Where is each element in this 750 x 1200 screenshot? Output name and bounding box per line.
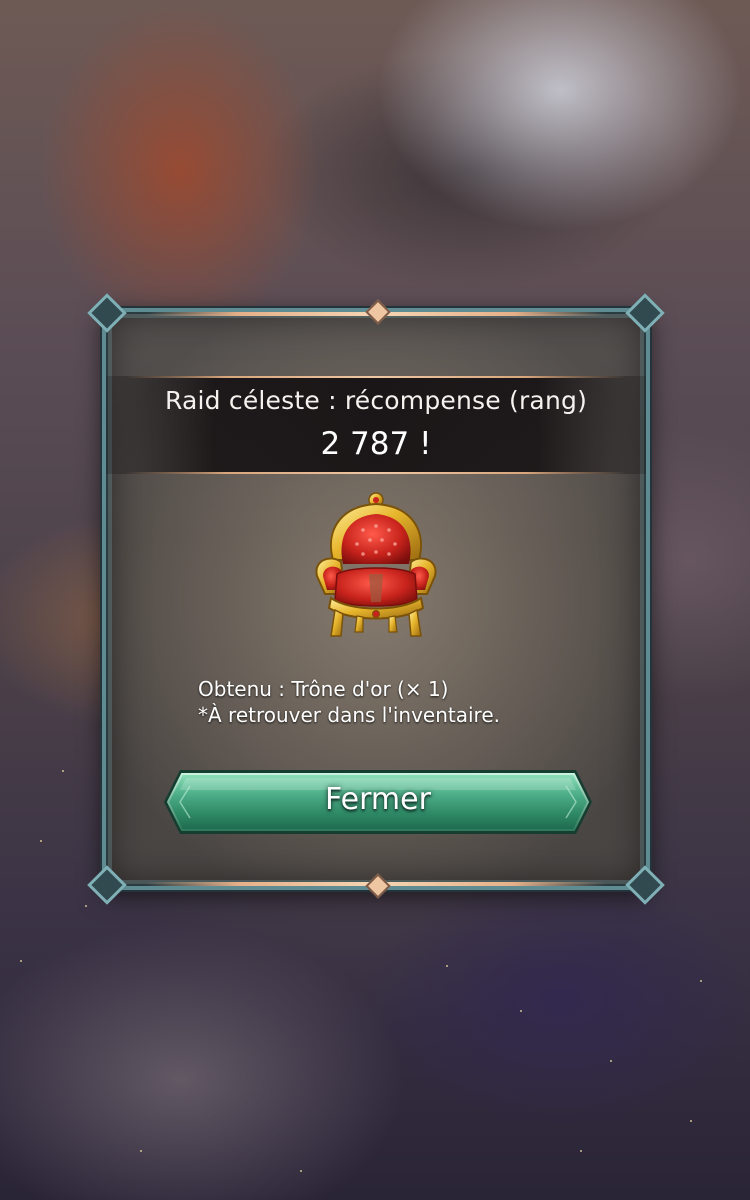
sparkle [85,905,87,907]
title-band-top-line [126,376,626,378]
title-band: Raid céleste : récompense (rang) 2 787 ! [106,376,646,474]
dialog-title: Raid céleste : récompense (rang) [164,386,588,415]
sparkle [446,965,448,967]
sparkle [610,1060,612,1062]
close-button[interactable]: Fermer [160,766,596,838]
sparkle [580,1150,582,1152]
reward-description: Obtenu : Trône d'or (× 1) *À retrouver d… [198,676,500,728]
close-button-label: Fermer [325,782,431,817]
sparkle [300,1170,302,1172]
reward-obtained-text: Obtenu : Trône d'or (× 1) [198,677,449,701]
reward-dialog: Raid céleste : récompense (rang) 2 787 ! [87,293,665,905]
sparkle [62,770,64,772]
sparkle [690,1120,692,1122]
rank-value: 2 787 ! [320,426,432,462]
title-band-bottom-line [126,472,626,474]
sparkle [520,1010,522,1012]
sparkle [20,960,22,962]
sparkle [140,1150,142,1152]
sparkle [700,980,702,982]
reward-inventory-note: *À retrouver dans l'inventaire. [198,703,500,727]
sparkle [40,840,42,842]
golden-throne-icon [311,490,441,640]
